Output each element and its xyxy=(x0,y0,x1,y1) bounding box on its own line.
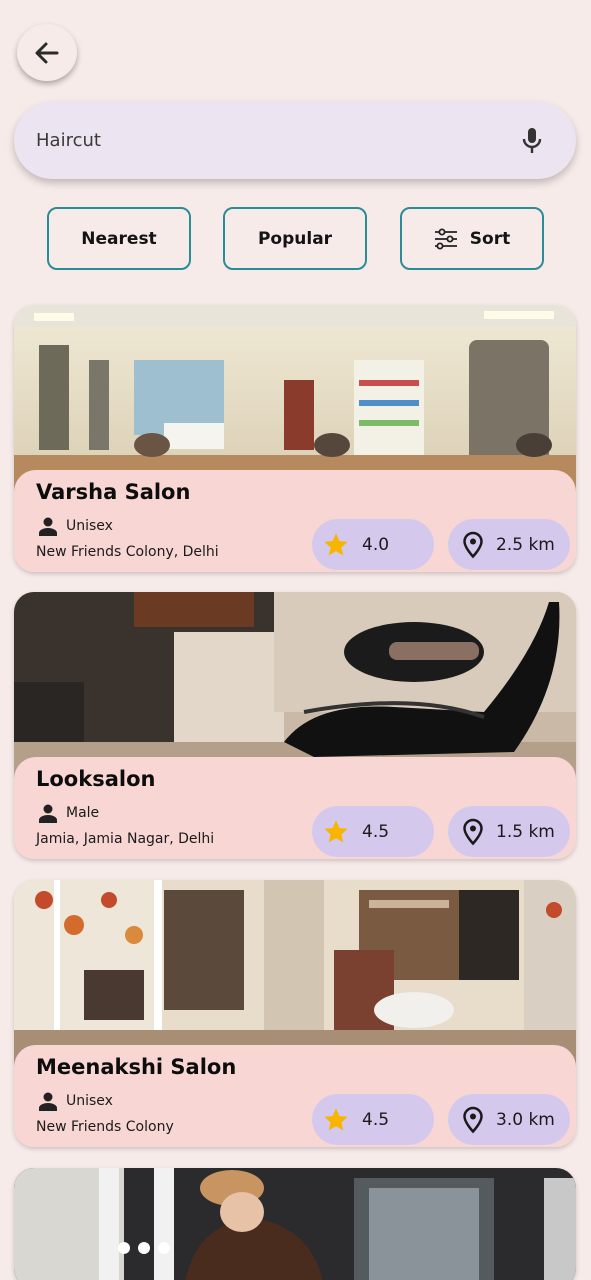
search-bar[interactable]: Haircut xyxy=(14,102,576,179)
search-input[interactable]: Haircut xyxy=(36,130,520,151)
salon-info: Looksalon Male Jamia, Jamia Nagar, Delhi… xyxy=(14,757,576,859)
salon-photo xyxy=(14,305,576,495)
person-icon xyxy=(38,1091,58,1111)
rating-badge: 4.5 xyxy=(312,806,434,857)
rating-value: 4.0 xyxy=(362,534,390,555)
gender-label: Unisex xyxy=(66,1093,113,1109)
salon-info: Varsha Salon Unisex New Friends Colony, … xyxy=(14,470,576,572)
salon-name: Meenakshi Salon xyxy=(36,1055,237,1079)
salon-gender: Unisex xyxy=(38,515,113,537)
star-icon xyxy=(322,818,350,846)
rating-value: 4.5 xyxy=(362,821,390,842)
filter-nearest-button[interactable]: Nearest xyxy=(47,207,191,270)
person-icon xyxy=(38,803,58,823)
distance-value: 2.5 km xyxy=(496,534,555,555)
filter-bar: Nearest Popular Sort xyxy=(47,207,544,270)
location-pin-icon xyxy=(462,531,484,559)
salon-address: New Friends Colony xyxy=(36,1119,174,1135)
salon-photo xyxy=(14,592,576,782)
arrow-left-icon xyxy=(31,37,63,69)
salon-card[interactable]: Looksalon Male Jamia, Jamia Nagar, Delhi… xyxy=(14,592,576,859)
salon-name: Varsha Salon xyxy=(36,480,191,504)
salon-name: Looksalon xyxy=(36,767,156,791)
salon-card[interactable] xyxy=(14,1168,576,1280)
filter-popular-button[interactable]: Popular xyxy=(223,207,367,270)
distance-value: 3.0 km xyxy=(496,1109,555,1130)
distance-badge: 1.5 km xyxy=(448,806,570,857)
salon-card[interactable]: Varsha Salon Unisex New Friends Colony, … xyxy=(14,305,576,572)
back-button[interactable] xyxy=(17,24,77,81)
salon-gender: Male xyxy=(38,802,99,824)
sort-button[interactable]: Sort xyxy=(400,207,544,270)
star-icon xyxy=(322,1106,350,1134)
salon-info: Meenakshi Salon Unisex New Friends Colon… xyxy=(14,1045,576,1147)
salon-address: New Friends Colony, Delhi xyxy=(36,544,219,560)
salon-address: Jamia, Jamia Nagar, Delhi xyxy=(36,831,215,847)
distance-badge: 2.5 km xyxy=(448,519,570,570)
filter-label: Sort xyxy=(469,228,511,249)
distance-value: 1.5 km xyxy=(496,821,555,842)
sliders-icon xyxy=(434,228,458,250)
filter-label: Nearest xyxy=(81,228,157,249)
filter-label: Popular xyxy=(257,228,333,249)
location-pin-icon xyxy=(462,818,484,846)
gender-label: Unisex xyxy=(66,518,113,534)
star-icon xyxy=(322,531,350,559)
rating-badge: 4.0 xyxy=(312,519,434,570)
salon-gender: Unisex xyxy=(38,1090,113,1112)
salon-card[interactable]: Meenakshi Salon Unisex New Friends Colon… xyxy=(14,880,576,1147)
mic-icon[interactable] xyxy=(520,126,544,156)
salon-photo xyxy=(14,880,576,1070)
gender-label: Male xyxy=(66,805,100,821)
rating-value: 4.5 xyxy=(362,1109,390,1130)
location-pin-icon xyxy=(462,1106,484,1134)
distance-badge: 3.0 km xyxy=(448,1094,570,1145)
rating-badge: 4.5 xyxy=(312,1094,434,1145)
salon-photo xyxy=(14,1168,576,1280)
person-icon xyxy=(38,516,58,536)
